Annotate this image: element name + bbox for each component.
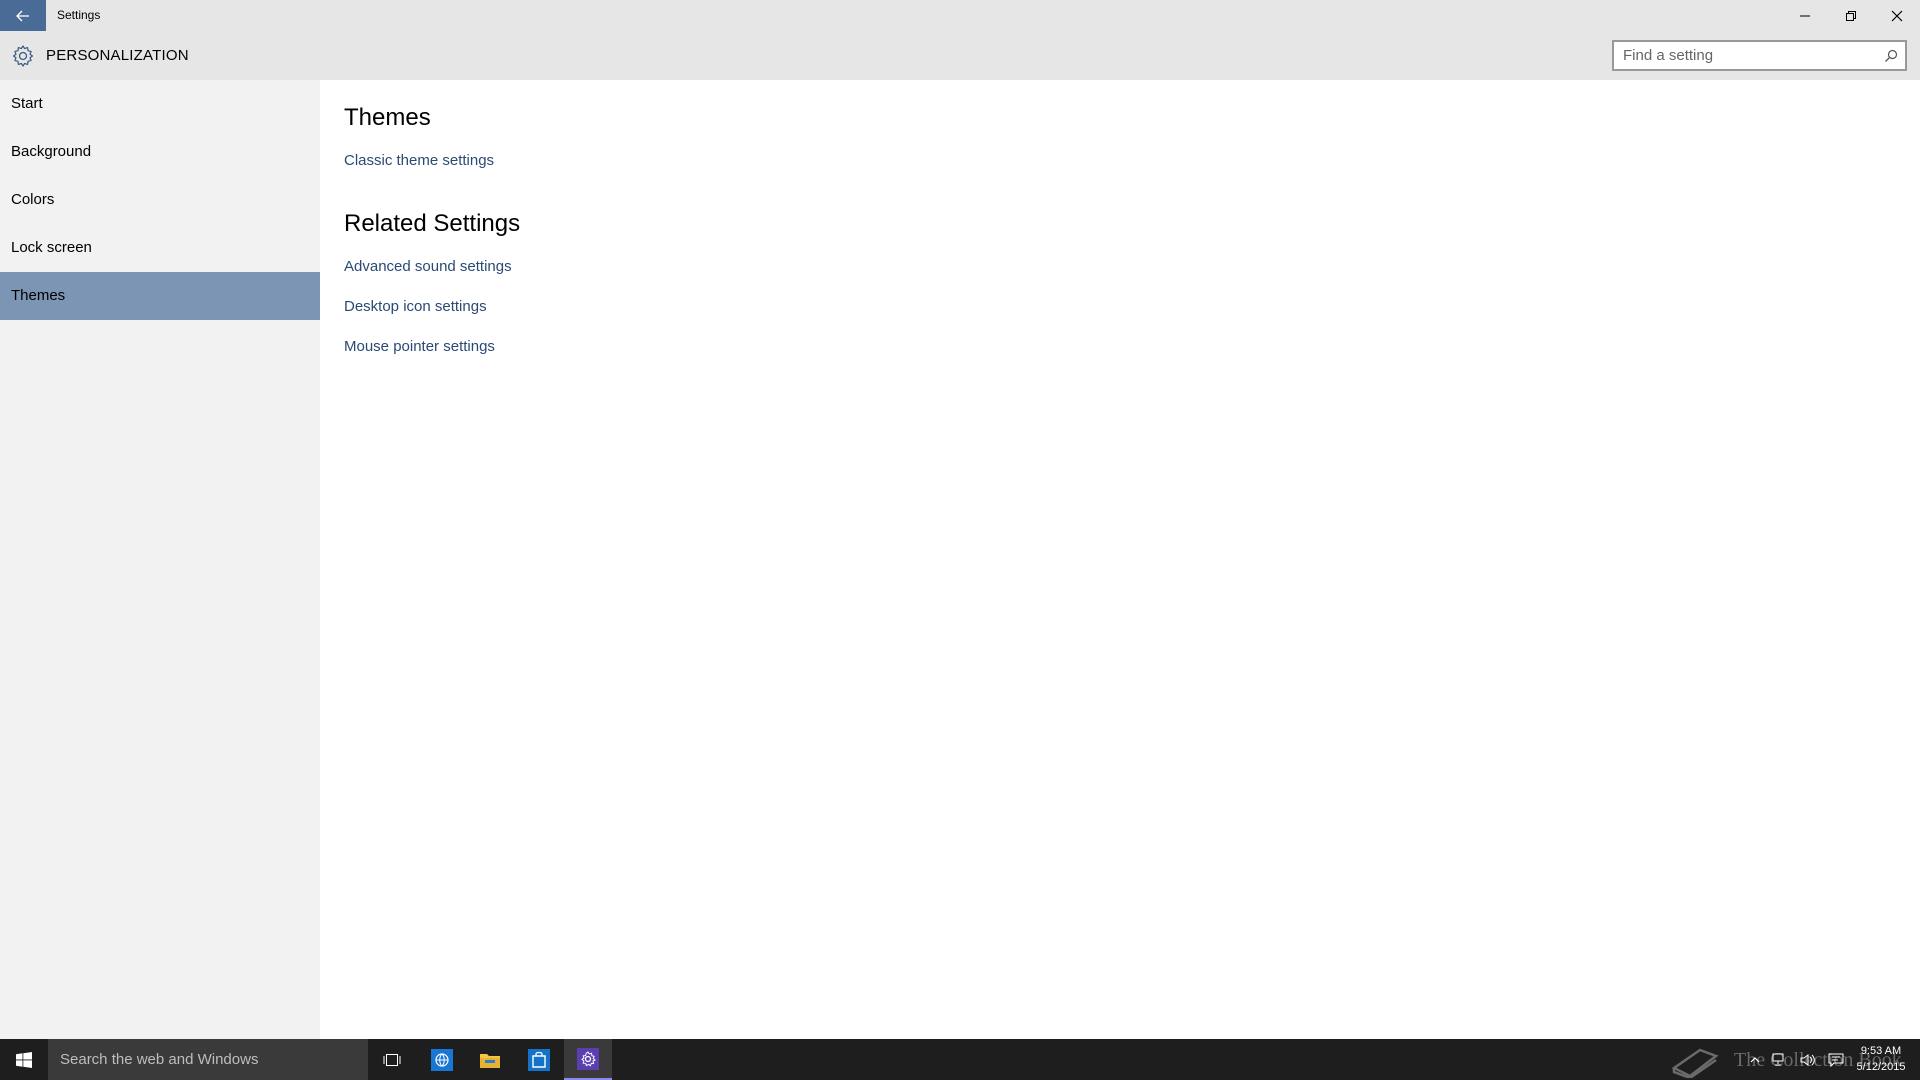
sidebar: Start Background Colors Lock screen Them… <box>0 80 320 1039</box>
chevron-up-icon[interactable] <box>1750 1056 1760 1064</box>
taskbar-store-button[interactable] <box>515 1039 563 1080</box>
minimize-button[interactable] <box>1782 0 1828 31</box>
main-content: Themes Classic theme settings Related Se… <box>320 80 1920 1039</box>
advanced-sound-settings-link[interactable]: Advanced sound settings <box>344 258 512 275</box>
sidebar-item-themes[interactable]: Themes <box>0 272 320 320</box>
taskbar-file-explorer-button[interactable] <box>466 1039 514 1080</box>
globe-icon <box>431 1048 453 1071</box>
start-button[interactable] <box>0 1039 48 1080</box>
sidebar-item-background[interactable]: Background <box>0 128 320 176</box>
gear-icon <box>12 45 34 67</box>
restore-button[interactable] <box>1828 0 1874 31</box>
taskbar-search-placeholder: Search the web and Windows <box>60 1051 259 1068</box>
taskbar-clock[interactable]: 9:53 AM 5/12/2015 <box>1852 1043 1910 1075</box>
minimize-icon <box>1800 15 1810 16</box>
network-icon[interactable] <box>1772 1053 1788 1067</box>
volume-icon[interactable] <box>1800 1053 1816 1067</box>
themes-section-title: Themes <box>344 104 431 131</box>
mouse-pointer-settings-link[interactable]: Mouse pointer settings <box>344 338 495 355</box>
related-settings-title: Related Settings <box>344 210 521 237</box>
back-arrow-icon <box>16 10 29 21</box>
shopping-bag-icon <box>528 1048 550 1071</box>
classic-theme-settings-link[interactable]: Classic theme settings <box>344 152 494 169</box>
window-title: Settings <box>57 8 101 22</box>
page-title: PERSONALIZATION <box>46 47 189 64</box>
book-icon <box>1671 1048 1719 1078</box>
settings-search-input[interactable] <box>1614 42 1874 69</box>
action-center-icon[interactable] <box>1828 1053 1844 1067</box>
task-view-icon <box>383 1053 401 1066</box>
system-tray <box>1750 1039 1844 1080</box>
taskbar-browser-button[interactable] <box>418 1039 466 1080</box>
desktop-icon-settings-link[interactable]: Desktop icon settings <box>344 298 487 315</box>
restore-icon <box>1846 10 1856 21</box>
taskbar-search-box[interactable]: Search the web and Windows <box>48 1039 368 1080</box>
taskbar-settings-button[interactable] <box>564 1039 612 1080</box>
settings-search-box[interactable] <box>1612 40 1907 71</box>
task-view-button[interactable] <box>368 1039 416 1080</box>
sidebar-item-lock-screen[interactable]: Lock screen <box>0 224 320 272</box>
page-header: PERSONALIZATION <box>0 31 1920 80</box>
taskbar: Search the web and Windows The Collectio… <box>0 1039 1920 1080</box>
close-button[interactable] <box>1874 0 1920 31</box>
back-button[interactable] <box>0 0 46 31</box>
sidebar-item-start[interactable]: Start <box>0 80 320 128</box>
folder-icon <box>480 1053 500 1068</box>
sidebar-item-colors[interactable]: Colors <box>0 176 320 224</box>
clock-date: 5/12/2015 <box>1856 1061 1906 1073</box>
clock-time: 9:53 AM <box>1860 1045 1902 1057</box>
close-icon <box>1891 10 1903 21</box>
settings-gear-icon <box>577 1047 599 1070</box>
windows-logo-icon <box>16 1051 32 1068</box>
title-bar: Settings <box>0 0 1920 31</box>
search-icon[interactable] <box>1883 48 1899 64</box>
